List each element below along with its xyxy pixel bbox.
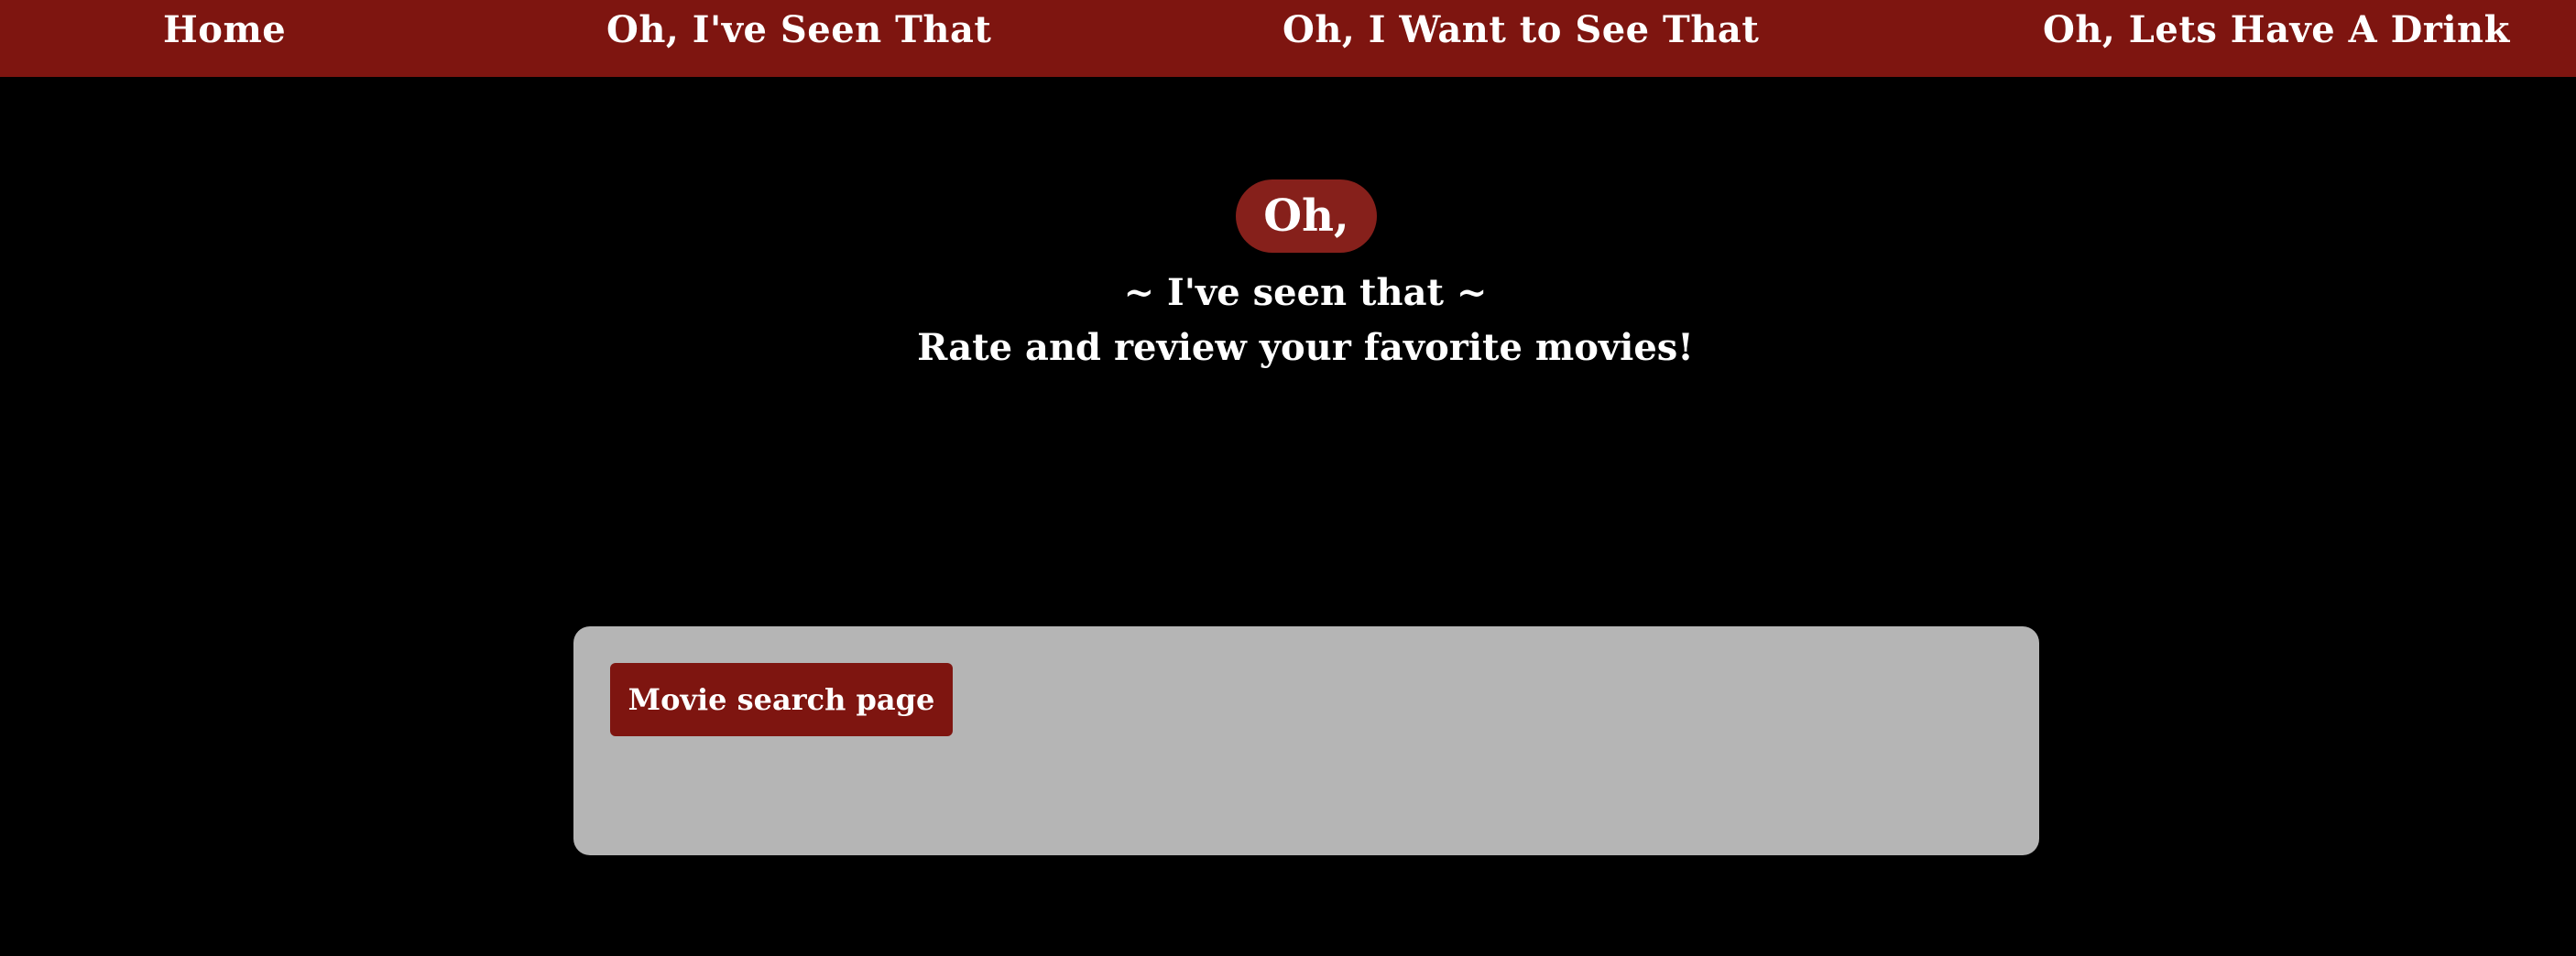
movie-search-button[interactable]: Movie search page: [610, 663, 953, 736]
nav-link-home[interactable]: Home: [163, 0, 286, 60]
hero-badge: Oh,: [1236, 179, 1377, 253]
hero-tagline: ~ I've seen that ~: [1123, 271, 1488, 314]
nav-link-have-a-drink[interactable]: Oh, Lets Have A Drink: [2043, 0, 2510, 60]
hero-description: Rate and review your favorite movies!: [917, 326, 1694, 369]
nav-link-seen-that[interactable]: Oh, I've Seen That: [606, 0, 991, 60]
top-navbar: Home Oh, I've Seen That Oh, I Want to Se…: [0, 0, 2576, 77]
content-panel: Movie search page: [573, 626, 2039, 855]
nav-link-want-to-see[interactable]: Oh, I Want to See That: [1283, 0, 1759, 60]
